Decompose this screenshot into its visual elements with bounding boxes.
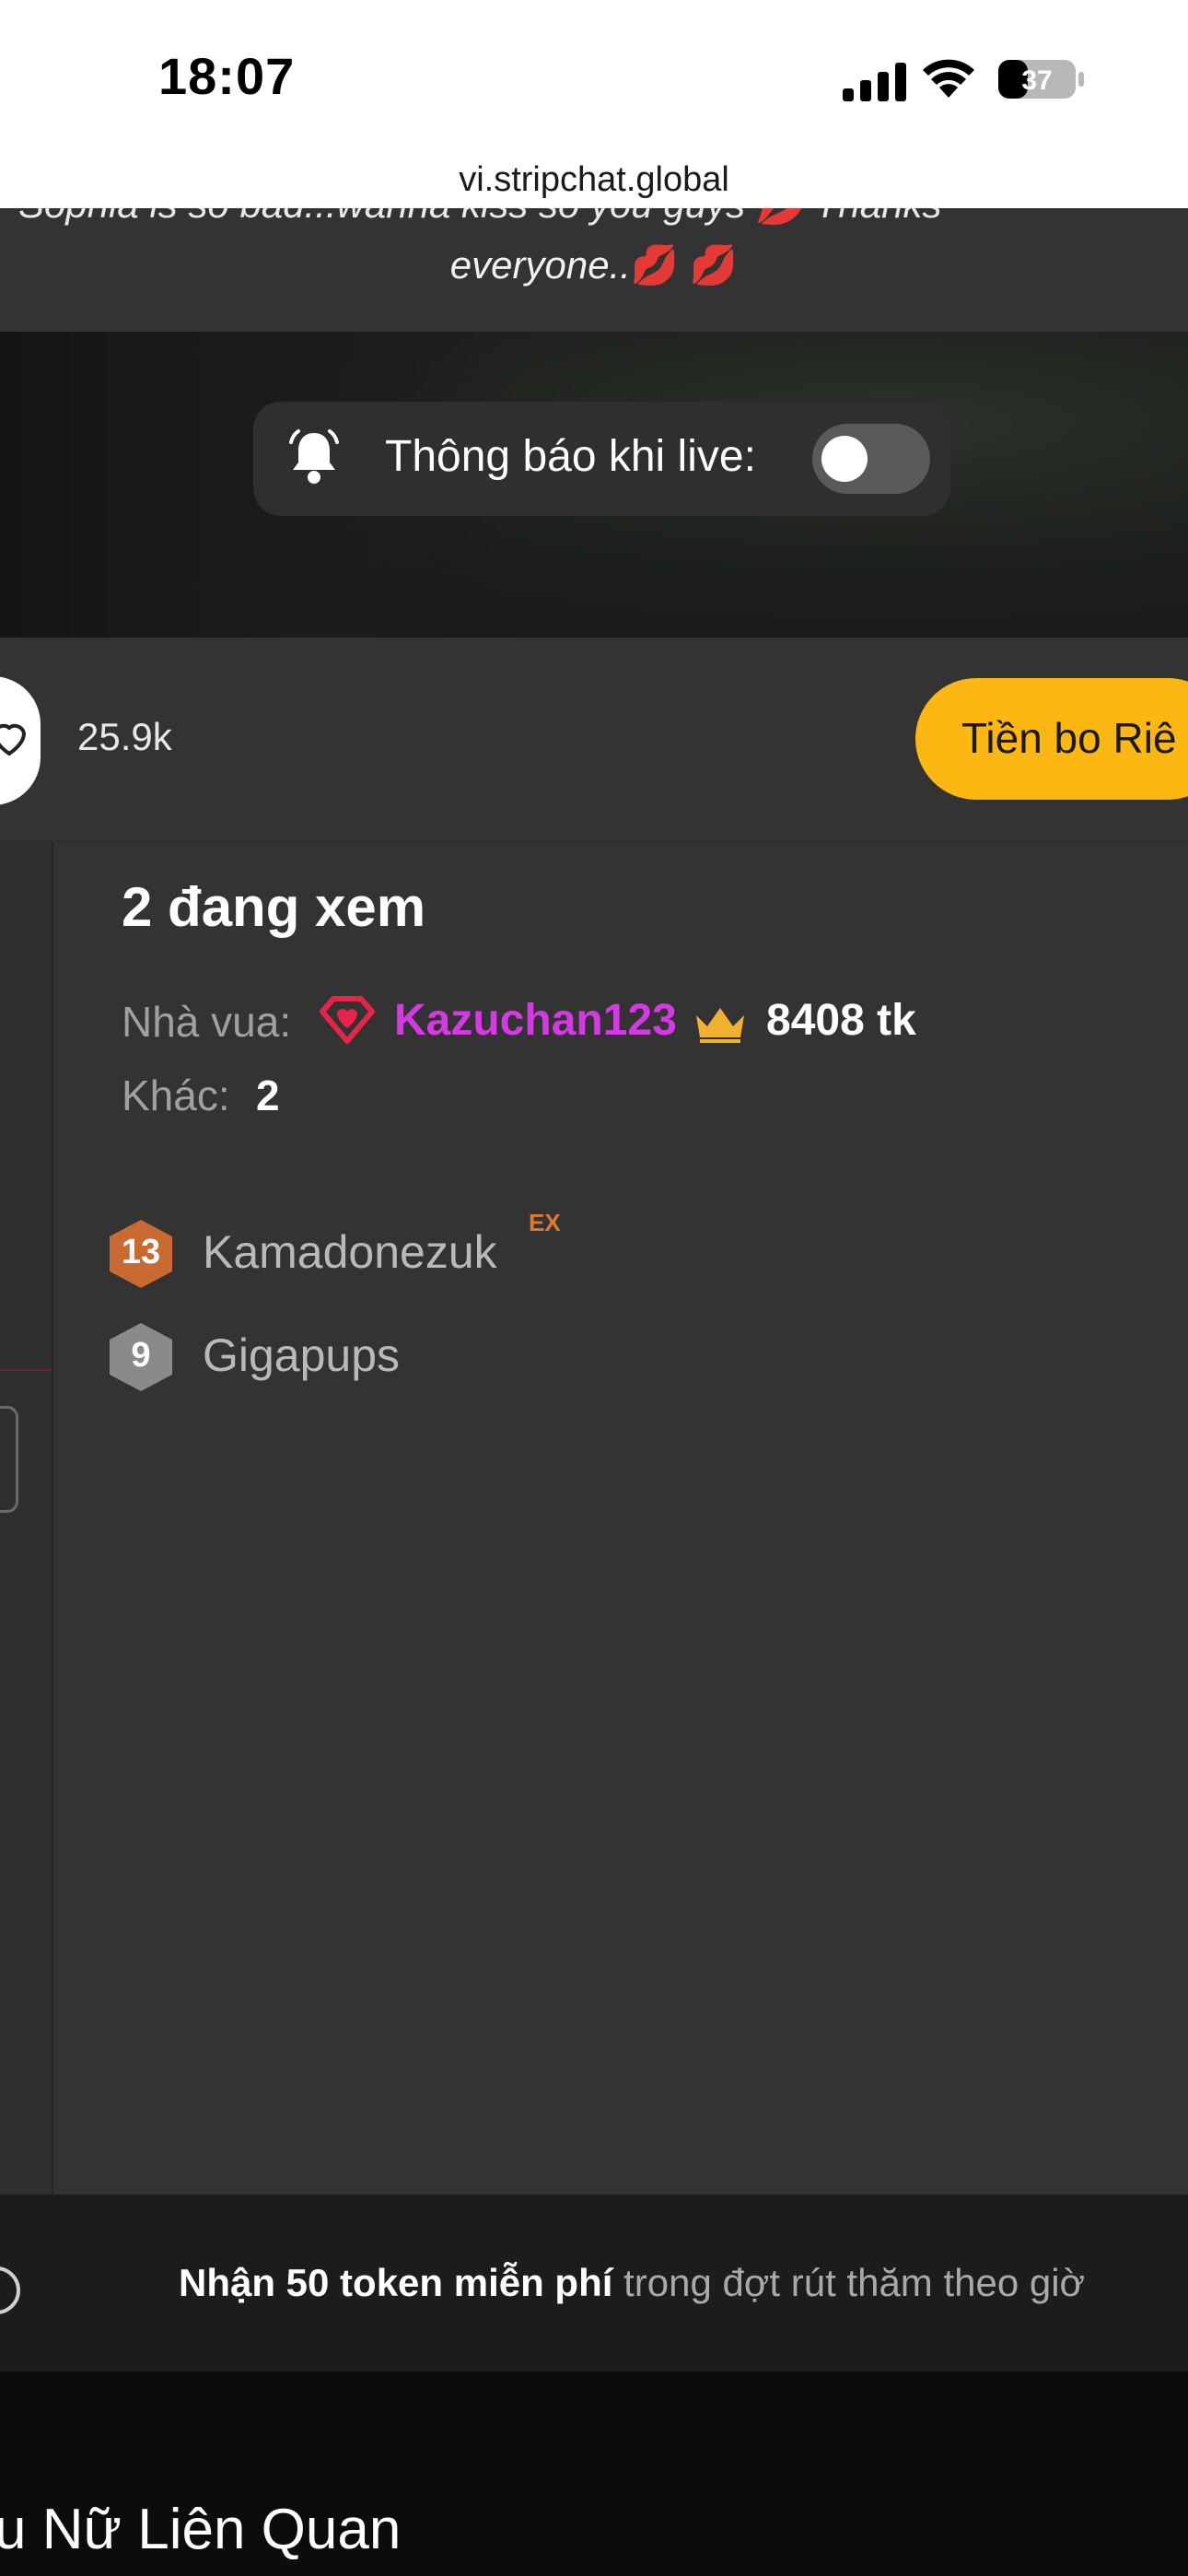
toggle-knob (821, 436, 868, 482)
rail-red-line (0, 1369, 52, 1371)
king-tokens: 8408 tk (766, 996, 916, 1045)
promo-text: Nhận 50 token miễn phí trong đợt rút thă… (179, 2261, 1085, 2305)
kiss-emoji: 💋 💋 (630, 243, 739, 287)
other-label: Khác: (122, 1071, 230, 1119)
heart-diamond-icon (320, 996, 375, 1044)
cellular-signal-icon (843, 63, 906, 101)
promo-strong-text: Nhận 50 token miễn phí (179, 2261, 613, 2304)
bio-line-2: everyone..💋 💋 (0, 243, 1188, 288)
bell-icon (289, 429, 339, 484)
bio-line-2-text: everyone.. (449, 243, 631, 287)
user-level: 13 (121, 1233, 161, 1271)
status-bar: 18:07 37 (0, 0, 1188, 157)
viewer-username: Gigapups (203, 1329, 401, 1381)
battery-level: 37 (1021, 65, 1052, 96)
private-tip-button[interactable]: Tiền bo Riê (915, 678, 1188, 800)
viewer-count-title: 2 đang xem (122, 876, 426, 938)
king-username[interactable]: Kazuchan123 (394, 995, 677, 1046)
browser-url-bar[interactable]: vi.stripchat.global (0, 157, 1188, 208)
left-side-panel (0, 842, 52, 2195)
bio-line-1: Sophia is so bad...wanna kiss so you guy… (18, 208, 1188, 228)
url-text: vi.stripchat.global (459, 160, 729, 199)
ex-tag: EX (529, 1209, 561, 1236)
crown-icon (696, 1008, 744, 1043)
battery-icon: 37 (998, 60, 1084, 99)
related-section-title: u Nữ Liên Quan (0, 2498, 402, 2561)
heart-outline-icon (0, 723, 26, 756)
viewer-username: Kamadonezuk (203, 1226, 497, 1278)
tip-button-label: Tiền bo Riê (961, 714, 1177, 762)
king-label: Nhà vua: (122, 998, 292, 1046)
rail-input-edge[interactable] (0, 1406, 18, 1513)
wifi-icon (923, 59, 974, 98)
notification-label: Thông báo khi live: (385, 432, 756, 481)
like-count: 25.9k (77, 715, 172, 758)
status-time: 18:07 (158, 47, 296, 105)
live-notification-toggle[interactable] (812, 424, 930, 494)
king-row: Nhà vua: Kazuchan123 8408 tk (122, 993, 1135, 1052)
viewer-list-item[interactable]: 9 Gigapups (107, 1319, 936, 1393)
user-level: 9 (131, 1336, 151, 1375)
viewer-list-item[interactable]: 13 Kamadonezuk EX (107, 1209, 936, 1290)
model-bio: Sophia is so bad...wanna kiss so you guy… (0, 208, 1188, 332)
promo-rest-text: trong đợt rút thăm theo giờ (612, 2261, 1086, 2304)
other-count: 2 (256, 1071, 280, 1119)
